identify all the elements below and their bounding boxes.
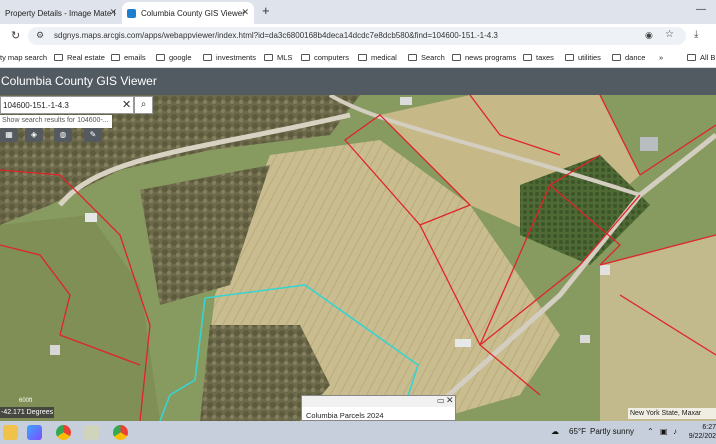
- tab-label: Property Details - Image Mate I: [5, 8, 116, 18]
- parcel-popup: ▭ ✕ Columbia Parcels 2024: [301, 395, 456, 421]
- folder-icon: [452, 54, 461, 61]
- bookmark-folder[interactable]: investments: [203, 53, 256, 62]
- measure-button[interactable]: ✎: [84, 128, 102, 142]
- clock-time: 6:27: [702, 424, 716, 431]
- download-icon[interactable]: ⤓: [694, 29, 698, 40]
- bookmark-folder[interactable]: Real estate: [54, 53, 105, 62]
- folder-icon: [156, 54, 165, 61]
- bookmark-folder[interactable]: google: [156, 53, 192, 62]
- bookmark-folder[interactable]: dance: [612, 53, 645, 62]
- os-taskbar: ☁ 65°F Partly sunny ⌃ ▣ ♪ 6:27 9/22/202: [0, 421, 716, 444]
- bookmark-folder[interactable]: MLS: [264, 53, 292, 62]
- display-icon[interactable]: ▣: [660, 427, 668, 436]
- new-tab-button[interactable]: +: [262, 3, 270, 18]
- folder-icon: [203, 54, 212, 61]
- tab-label: Columbia County GIS Viewer: [141, 8, 245, 18]
- bookmark-folder[interactable]: computers: [301, 53, 349, 62]
- bookmark-folder[interactable]: emails: [111, 53, 146, 62]
- bookmark-folder[interactable]: Search: [408, 53, 445, 62]
- bookmark-folder[interactable]: medical: [358, 53, 397, 62]
- folder-icon: [54, 54, 63, 61]
- print-button[interactable]: ◍: [54, 128, 72, 142]
- folder-icon: [523, 54, 532, 61]
- app-header: Columbia County GIS Viewer: [0, 68, 716, 95]
- popup-header: [302, 396, 455, 407]
- aerial-imagery: [0, 95, 716, 421]
- bookmarks-bar: ty map search Real estate emails google …: [0, 48, 716, 68]
- system-clock[interactable]: 6:27 9/22/202: [688, 423, 716, 441]
- folder-icon: [687, 54, 696, 61]
- bookmark-folder[interactable]: news programs: [452, 53, 516, 62]
- notepad-icon[interactable]: [84, 425, 99, 440]
- folder-icon: [358, 54, 367, 61]
- speaker-icon[interactable]: ♪: [673, 427, 677, 436]
- address-bar: ↻ ⚙ sdgnys.maps.arcgis.com/apps/webappvi…: [0, 24, 716, 48]
- search-button[interactable]: ⌕: [134, 96, 153, 114]
- bookmark-folder[interactable]: utilities: [565, 53, 601, 62]
- map-view[interactable]: [0, 95, 716, 421]
- minimize-icon[interactable]: —: [696, 4, 706, 15]
- weather-icon: ☁: [551, 427, 559, 436]
- folder-icon: [612, 54, 621, 61]
- layers-icon: ◈: [30, 130, 38, 139]
- bookmark-star-icon[interactable]: ☆: [665, 29, 674, 40]
- layer-list-button[interactable]: ◈: [25, 128, 43, 142]
- search-input[interactable]: [3, 99, 113, 112]
- folder-icon: [301, 54, 310, 61]
- bookmark-item[interactable]: ty map search: [0, 53, 47, 62]
- close-icon[interactable]: ✕: [446, 395, 454, 406]
- site-info-icon[interactable]: ⚙: [36, 30, 44, 41]
- app-title: Columbia County GIS Viewer: [1, 74, 157, 88]
- search-icon: ⌕: [140, 99, 147, 110]
- bookmarks-overflow-button[interactable]: »: [659, 53, 663, 62]
- maximize-icon[interactable]: ▭: [437, 396, 445, 405]
- folder-icon: [111, 54, 120, 61]
- reload-icon[interactable]: ↻: [11, 29, 20, 42]
- popup-title: Columbia Parcels 2024: [306, 411, 384, 420]
- url-text[interactable]: sdgnys.maps.arcgis.com/apps/webappviewer…: [54, 31, 498, 40]
- map-attribution: New York State, Maxar: [628, 408, 716, 419]
- scale-bar: 600ft: [19, 398, 33, 404]
- folder-icon: [565, 54, 574, 61]
- clock-date: 9/22/202: [688, 433, 716, 440]
- close-icon[interactable]: ✕: [241, 7, 249, 18]
- omnibox[interactable]: ⚙ sdgnys.maps.arcgis.com/apps/webappview…: [28, 27, 686, 45]
- file-explorer-icon[interactable]: [3, 425, 18, 440]
- coordinate-readout: -42.171 Degrees: [0, 407, 54, 418]
- bookmark-folder[interactable]: All B: [687, 53, 715, 62]
- chrome-icon[interactable]: [113, 425, 128, 440]
- chevron-up-icon[interactable]: ⌃: [647, 427, 654, 436]
- chrome-icon[interactable]: [56, 425, 71, 440]
- weather-temp[interactable]: 65°F: [569, 427, 586, 436]
- parcel-search-box: ✕: [0, 96, 134, 114]
- search-suggestion[interactable]: Show search results for 104600-...: [0, 115, 112, 128]
- basemap-gallery-button[interactable]: ▦: [0, 128, 18, 142]
- browser-tab-strip: Property Details - Image Mate I ✕ Columb…: [0, 0, 716, 24]
- folder-icon: [264, 54, 273, 61]
- tab-gis-viewer[interactable]: Columbia County GIS Viewer ✕: [122, 2, 254, 24]
- close-icon[interactable]: ✕: [109, 7, 117, 18]
- ruler-icon: ✎: [89, 130, 97, 139]
- grid-icon: ▦: [5, 130, 13, 139]
- arcgis-favicon-icon: [127, 8, 136, 18]
- clear-search-icon[interactable]: ✕: [122, 98, 131, 111]
- globe-icon: ◍: [59, 130, 67, 139]
- copilot-icon[interactable]: [27, 425, 42, 440]
- bookmark-folder[interactable]: taxes: [523, 53, 554, 62]
- tab-property-details[interactable]: Property Details - Image Mate I ✕: [0, 2, 122, 24]
- eye-off-icon[interactable]: ◉: [645, 30, 653, 41]
- weather-desc[interactable]: Partly sunny: [590, 427, 634, 436]
- folder-icon: [408, 54, 417, 61]
